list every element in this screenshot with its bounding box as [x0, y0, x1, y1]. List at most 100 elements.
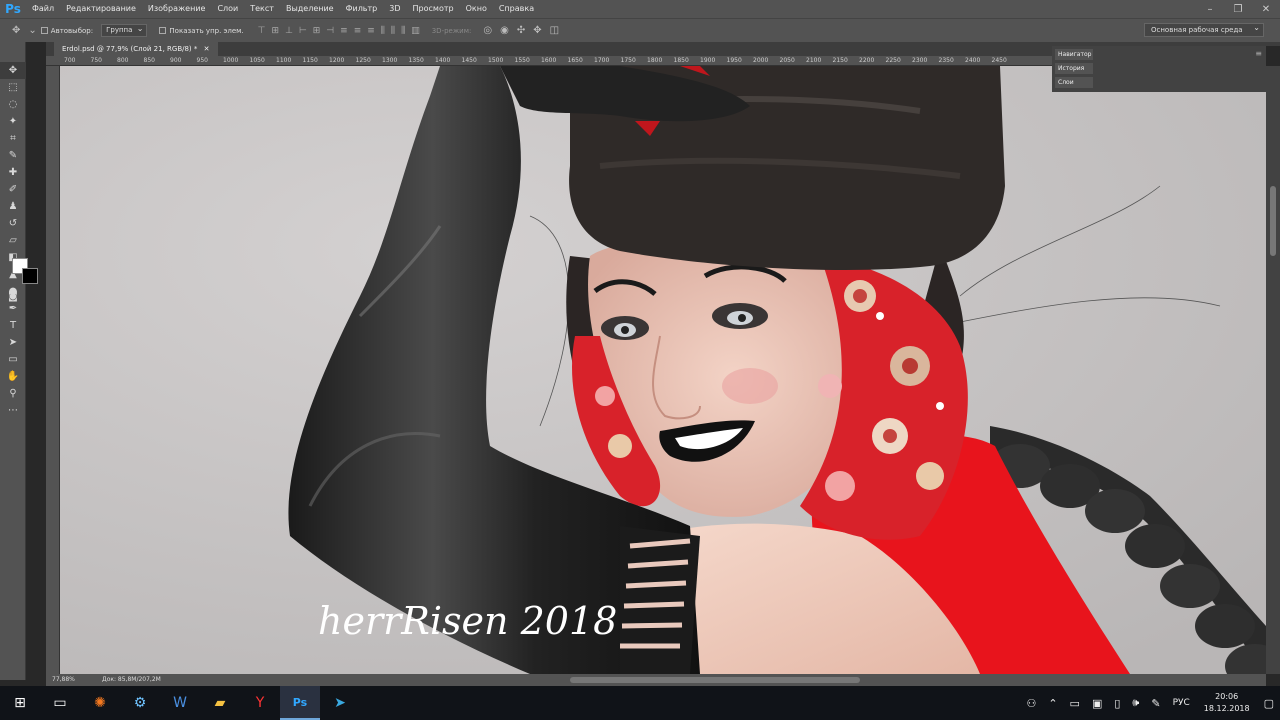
word-icon[interactable]: W: [160, 686, 200, 720]
workspace-dropdown[interactable]: Основная рабочая среда: [1144, 22, 1264, 37]
hand-tool-icon[interactable]: ✋: [0, 368, 26, 385]
quick-mask-icon[interactable]: ◙: [0, 288, 26, 305]
distribute-icon[interactable]: ⫼: [401, 26, 405, 36]
artwork-illustration: herrRisen 2018: [60, 66, 1266, 674]
menu-item-7[interactable]: 3D: [383, 0, 406, 18]
menu-item-9[interactable]: Окно: [460, 0, 493, 18]
distribute-icon[interactable]: ⫼: [381, 26, 385, 36]
language-indicator[interactable]: РУС: [1173, 698, 1190, 708]
photoshop-icon[interactable]: Ps: [280, 686, 320, 720]
pan-3d-icon[interactable]: ✣: [517, 25, 525, 36]
ruler-tick: 1950: [726, 57, 742, 64]
slide-3d-icon[interactable]: ✥: [533, 25, 541, 36]
autoselect-option[interactable]: Автовыбор:: [40, 27, 93, 35]
autoselect-dropdown[interactable]: Группа: [101, 23, 148, 37]
align-hcenter-icon[interactable]: ⊞: [313, 26, 321, 36]
horizontal-scrollbar[interactable]: [570, 677, 860, 683]
options-bar: ✥ ⌄ Автовыбор: Группа Показать упр. элем…: [0, 18, 1280, 42]
panel-history[interactable]: История: [1055, 63, 1093, 74]
path-selection-tool-icon[interactable]: ➤: [0, 334, 26, 351]
more-tools-icon[interactable]: ⋯: [0, 402, 26, 419]
notifications-icon[interactable]: ▢: [1264, 697, 1274, 710]
eyedropper-tool-icon[interactable]: ✎: [0, 147, 26, 164]
display-icon[interactable]: ▣: [1092, 697, 1102, 710]
zoom-level[interactable]: 77,88%: [46, 674, 92, 686]
task-view-icon[interactable]: ▭: [40, 686, 80, 720]
menu-item-1[interactable]: Редактирование: [60, 0, 142, 18]
ruler-tick: 900: [170, 57, 182, 64]
clone-stamp-tool-icon[interactable]: ♟: [0, 198, 26, 215]
auto-align-icon[interactable]: ▥: [411, 26, 420, 36]
telegram-icon[interactable]: ➤: [320, 686, 360, 720]
distribute-icon[interactable]: ≡: [340, 26, 348, 36]
minimize-icon[interactable]: –: [1196, 0, 1224, 18]
align-bottom-icon[interactable]: ⊥: [285, 26, 293, 36]
battery-icon[interactable]: ▭: [1070, 697, 1080, 710]
panel-layers[interactable]: Слои: [1055, 77, 1093, 88]
align-left-icon[interactable]: ⊢: [299, 26, 307, 36]
magic-wand-tool-icon[interactable]: ✦: [0, 113, 26, 130]
autoselect-checkbox[interactable]: [40, 27, 48, 34]
brush-tool-icon[interactable]: ✐: [0, 181, 26, 198]
type-tool-icon[interactable]: T: [0, 317, 26, 334]
history-brush-tool-icon[interactable]: ↺: [0, 215, 26, 232]
align-vcenter-icon[interactable]: ⊞: [272, 26, 280, 36]
move-tool-icon[interactable]: ✥: [12, 25, 20, 36]
close-icon[interactable]: ✕: [1252, 0, 1280, 18]
document-tab[interactable]: Erdol.psd @ 77,9% (Слой 21, RGB/8) * ✕: [54, 42, 218, 56]
maximize-icon[interactable]: ❐: [1224, 0, 1252, 18]
zoom-tool-icon[interactable]: ⚲: [0, 385, 26, 402]
lasso-tool-icon[interactable]: ◌: [0, 96, 26, 113]
scale-3d-icon[interactable]: ◫: [550, 25, 559, 36]
vertical-scroll-track[interactable]: [1266, 66, 1280, 674]
align-top-icon[interactable]: ⊤: [258, 26, 266, 36]
show-controls-checkbox[interactable]: [159, 27, 167, 34]
eraser-tool-icon[interactable]: ▱: [0, 232, 26, 249]
tools-panel: ✥ ⬚ ◌ ✦ ⌗ ✎ ✚ ✐ ♟ ↺ ▱ ◧ ▲ ● ✒ T ➤ ▭ ✋ ⚲ …: [0, 42, 26, 680]
photoshop-logo-icon[interactable]: Ps: [0, 0, 26, 18]
healing-brush-tool-icon[interactable]: ✚: [0, 164, 26, 181]
menu-item-0[interactable]: Файл: [26, 0, 60, 18]
align-right-icon[interactable]: ⊣: [326, 26, 334, 36]
close-tab-icon[interactable]: ✕: [204, 45, 210, 53]
menu-item-5[interactable]: Выделение: [280, 0, 340, 18]
yandex-icon[interactable]: Y: [240, 686, 280, 720]
network-icon[interactable]: ▯: [1114, 697, 1120, 710]
marquee-tool-icon[interactable]: ⬚: [0, 79, 26, 96]
distribute-icon[interactable]: ≡: [354, 26, 362, 36]
explorer-icon[interactable]: ▰: [200, 686, 240, 720]
distribute-icon[interactable]: ≡: [367, 26, 375, 36]
ruler-tick: 2000: [753, 57, 769, 64]
panel-navigator[interactable]: Навигатор: [1055, 49, 1093, 60]
menu-item-3[interactable]: Слои: [211, 0, 244, 18]
menu-item-4[interactable]: Текст: [244, 0, 280, 18]
panel-menu-icon[interactable]: ≡: [1255, 49, 1262, 58]
crop-tool-icon[interactable]: ⌗: [0, 130, 26, 147]
distribute-icon[interactable]: ⫼: [391, 26, 395, 36]
pen-icon[interactable]: ✎: [1151, 697, 1160, 710]
rectangle-tool-icon[interactable]: ▭: [0, 351, 26, 368]
chevron-up-icon[interactable]: ⌃: [1048, 697, 1057, 710]
avast-icon[interactable]: ✺: [80, 686, 120, 720]
menu-item-6[interactable]: Фильтр: [340, 0, 384, 18]
vertical-scrollbar[interactable]: [1270, 186, 1276, 256]
ruler-tick: 1700: [594, 57, 610, 64]
ruler-tick: 1250: [355, 57, 371, 64]
clock[interactable]: 20:06 18.12.2018: [1204, 691, 1250, 715]
people-icon[interactable]: ⚇: [1026, 697, 1036, 710]
chevron-down-icon[interactable]: ⌄: [28, 25, 36, 36]
windows-icon[interactable]: ⊞: [0, 686, 40, 720]
roll-3d-icon[interactable]: ◉: [500, 25, 509, 36]
document-canvas[interactable]: herrRisen 2018: [60, 66, 1266, 674]
orbit-3d-icon[interactable]: ◎: [483, 25, 492, 36]
background-color-swatch[interactable]: [22, 268, 38, 284]
menu-item-10[interactable]: Справка: [493, 0, 540, 18]
ruler-tick: 2450: [991, 57, 1007, 64]
ruler-tick: 2350: [938, 57, 954, 64]
menu-item-8[interactable]: Просмотр: [407, 0, 460, 18]
move-tool-icon[interactable]: ✥: [0, 62, 26, 79]
menu-item-2[interactable]: Изображение: [142, 0, 212, 18]
settings-icon[interactable]: ⚙: [120, 686, 160, 720]
show-controls-option[interactable]: Показать упр. элем.: [159, 27, 244, 35]
volume-icon[interactable]: 🕪: [1132, 696, 1139, 710]
